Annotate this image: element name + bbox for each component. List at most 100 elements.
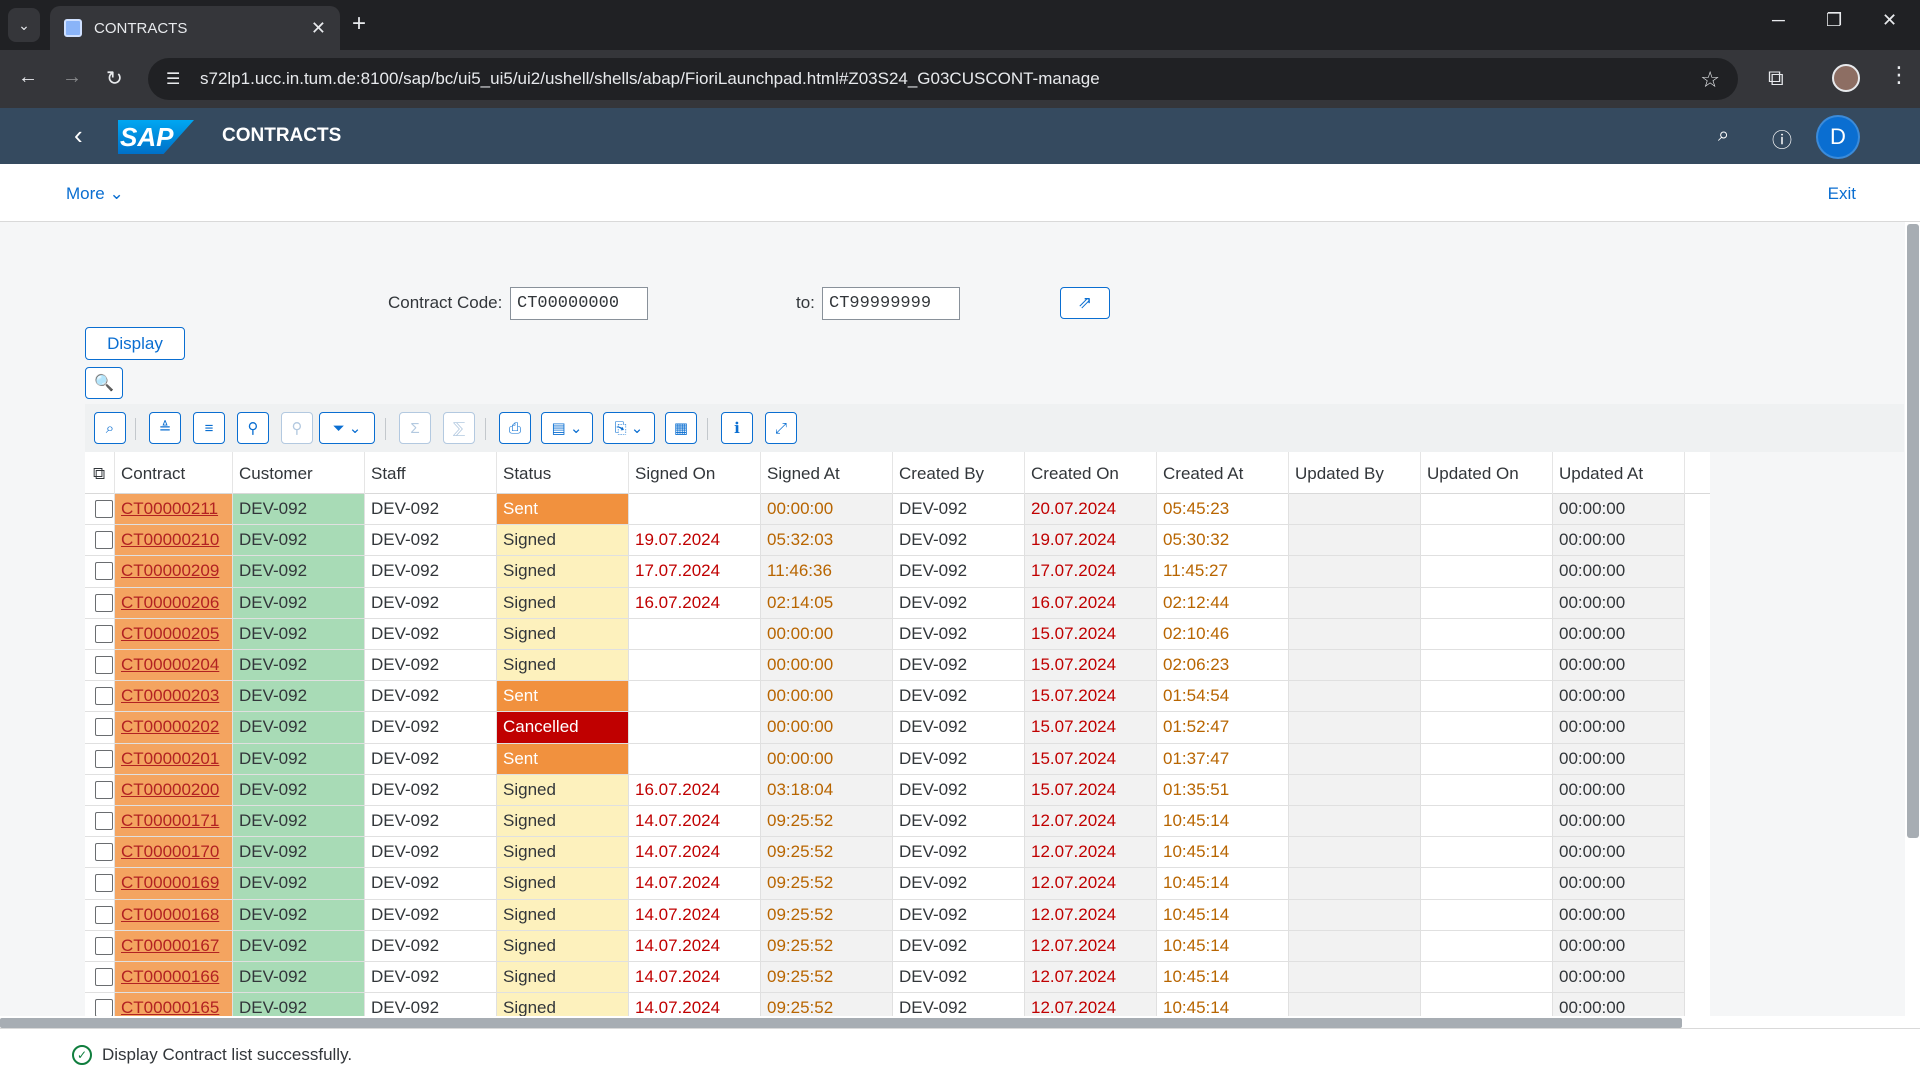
tab-search-button[interactable]: ⌄: [8, 8, 40, 42]
row-checkbox[interactable]: [95, 905, 113, 924]
row-checkbox[interactable]: [95, 718, 113, 737]
row-checkbox[interactable]: [95, 812, 113, 830]
vertical-scrollbar[interactable]: [1905, 222, 1920, 1016]
site-info-icon[interactable]: ☰: [166, 69, 188, 89]
row-checkbox[interactable]: [95, 500, 113, 518]
vertical-scroll-thumb[interactable]: [1907, 224, 1919, 838]
cell-contract[interactable]: CT00000166: [115, 962, 233, 994]
cell-contract[interactable]: CT00000210: [115, 525, 233, 557]
row-checkbox[interactable]: [95, 593, 113, 612]
table-row[interactable]: CT00000165 DEV-092 DEV-092 Signed 14.07.2024…: [85, 993, 1710, 1016]
row-checkbox[interactable]: [95, 624, 113, 643]
table-row[interactable]: CT00000204 DEV-092 DEV-092 Signed 00:00:00 DE…: [85, 650, 1710, 682]
shell-back-icon[interactable]: ‹: [74, 120, 83, 151]
cell-contract[interactable]: CT00000206: [115, 587, 233, 619]
cell-contract[interactable]: CT00000204: [115, 650, 233, 682]
cell-contract[interactable]: CT00000205: [115, 618, 233, 650]
browser-tab[interactable]: CONTRACTS ✕: [50, 6, 340, 50]
export-button[interactable]: ⎘ ⌄: [603, 412, 655, 444]
row-checkbox[interactable]: [95, 562, 113, 581]
cell-contract[interactable]: CT00000200: [115, 774, 233, 806]
table-row[interactable]: CT00000167 DEV-092 DEV-092 Signed 14.07.2024…: [85, 930, 1710, 962]
table-row[interactable]: CT00000210 DEV-092 DEV-092 Signed 19.07.2024…: [85, 525, 1710, 557]
row-checkbox[interactable]: [95, 780, 113, 799]
views-button[interactable]: ▤ ⌄: [541, 412, 593, 444]
row-checkbox[interactable]: [95, 843, 113, 862]
total-button[interactable]: Σ: [399, 412, 431, 444]
table-row[interactable]: CT00000211 DEV-092 DEV-092 Sent 00:00:00 DEV-…: [85, 494, 1710, 526]
cell-contract[interactable]: CT00000211: [115, 494, 233, 526]
profile-avatar[interactable]: [1832, 64, 1860, 92]
sort-ascending-button[interactable]: ≜: [149, 412, 181, 444]
window-close-icon[interactable]: ✕: [1882, 10, 1897, 31]
column-header-updated-on[interactable]: Updated On: [1421, 452, 1553, 494]
search-icon[interactable]: ⌕: [1718, 124, 1729, 147]
tab-close-icon[interactable]: ✕: [311, 18, 326, 39]
column-header-signed-at[interactable]: Signed At: [761, 452, 893, 494]
new-tab-icon[interactable]: +: [352, 12, 366, 36]
row-checkbox[interactable]: [95, 936, 113, 955]
info-button[interactable]: ℹ: [721, 412, 753, 444]
column-header-updated-at[interactable]: Updated At: [1553, 452, 1685, 494]
cell-contract[interactable]: CT00000201: [115, 743, 233, 775]
more-menu[interactable]: More ⌄: [66, 184, 124, 204]
display-button[interactable]: Display: [85, 327, 185, 360]
table-row[interactable]: CT00000169 DEV-092 DEV-092 Signed 14.07.2024…: [85, 868, 1710, 900]
table-row[interactable]: CT00000209 DEV-092 DEV-092 Signed 17.07.2024…: [85, 556, 1710, 588]
column-header-customer[interactable]: Customer: [233, 452, 365, 494]
row-checkbox[interactable]: [95, 968, 113, 986]
select-all-icon[interactable]: ⧉: [85, 452, 115, 494]
find-button[interactable]: ⚲: [237, 412, 269, 444]
cell-contract[interactable]: CT00000203: [115, 681, 233, 713]
find-next-button[interactable]: ⚲: [281, 412, 313, 444]
cell-contract[interactable]: CT00000209: [115, 556, 233, 588]
url-input[interactable]: ☰ s72lp1.ucc.in.tum.de:8100/sap/bc/ui5_u…: [148, 58, 1738, 100]
row-checkbox[interactable]: [95, 656, 113, 674]
restore-icon[interactable]: ❐: [1826, 10, 1842, 31]
horizontal-scroll-thumb[interactable]: [0, 1018, 1682, 1028]
exit-link[interactable]: Exit: [1828, 184, 1856, 204]
row-checkbox[interactable]: [95, 749, 113, 768]
fullscreen-button[interactable]: ⤢: [765, 412, 797, 444]
cell-contract[interactable]: CT00000170: [115, 837, 233, 869]
column-header-contract[interactable]: Contract: [115, 452, 233, 494]
table-row[interactable]: CT00000205 DEV-092 DEV-092 Signed 00:00:00 DE…: [85, 618, 1710, 650]
cell-contract[interactable]: CT00000202: [115, 712, 233, 744]
table-row[interactable]: CT00000170 DEV-092 DEV-092 Signed 14.07.2024…: [85, 837, 1710, 869]
table-row[interactable]: CT00000202 DEV-092 DEV-092 Cancelled 00:00:0…: [85, 712, 1710, 744]
column-header-staff[interactable]: Staff: [365, 452, 497, 494]
reload-icon[interactable]: ↻: [106, 66, 123, 91]
cell-contract[interactable]: CT00000168: [115, 899, 233, 931]
help-icon[interactable]: ⓘ: [1772, 124, 1792, 153]
multiple-selection-button[interactable]: ⇗: [1060, 287, 1110, 319]
column-header-signed-on[interactable]: Signed On: [629, 452, 761, 494]
column-header-created-on[interactable]: Created On: [1025, 452, 1157, 494]
contract-code-to-input[interactable]: [822, 287, 960, 320]
bookmark-star-icon[interactable]: ☆: [1700, 67, 1720, 93]
filter-button[interactable]: ⏷ ⌄: [319, 412, 375, 444]
column-header-updated-by[interactable]: Updated By: [1289, 452, 1421, 494]
browser-menu-icon[interactable]: ⋮: [1888, 62, 1910, 88]
details-button[interactable]: ⌕: [94, 412, 126, 444]
table-row[interactable]: CT00000171 DEV-092 DEV-092 Signed 14.07.2024…: [85, 806, 1710, 838]
back-arrow-icon[interactable]: ←: [18, 66, 38, 89]
cell-contract[interactable]: CT00000169: [115, 868, 233, 900]
forward-arrow-icon[interactable]: →: [62, 66, 82, 89]
print-button[interactable]: ⎙: [499, 412, 531, 444]
user-avatar[interactable]: D: [1816, 115, 1860, 159]
row-checkbox[interactable]: [95, 874, 113, 893]
cell-contract[interactable]: CT00000167: [115, 930, 233, 962]
subtotal-button[interactable]: ⅀: [443, 412, 475, 444]
table-row[interactable]: CT00000168 DEV-092 DEV-092 Signed 14.07.2024…: [85, 899, 1710, 931]
contract-code-from-input[interactable]: [510, 287, 648, 320]
sap-logo[interactable]: SAP: [118, 120, 194, 154]
table-row[interactable]: CT00000201 DEV-092 DEV-092 Sent 00:00:00 DEV-…: [85, 743, 1710, 775]
table-row[interactable]: CT00000200 DEV-092 DEV-092 Signed 16.07.2024…: [85, 774, 1710, 806]
cell-contract[interactable]: CT00000171: [115, 806, 233, 838]
detail-zoom-button[interactable]: 🔍: [85, 367, 123, 399]
column-header-status[interactable]: Status: [497, 452, 629, 494]
extensions-icon[interactable]: ⧉: [1768, 65, 1784, 91]
horizontal-scrollbar[interactable]: [0, 1016, 1920, 1028]
column-header-created-by[interactable]: Created By: [893, 452, 1025, 494]
layout-button[interactable]: ▦: [665, 412, 697, 444]
